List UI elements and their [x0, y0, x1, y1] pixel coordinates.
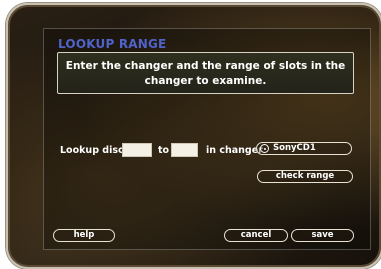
from-slot-input[interactable]: [122, 143, 152, 157]
in-changer-label: in changer: [206, 145, 263, 156]
save-button[interactable]: save: [291, 229, 354, 242]
lookup-discs-label: Lookup discs: [60, 145, 130, 156]
disc-icon: [260, 144, 269, 153]
instruction-message: Enter the changer and the range of slots…: [57, 52, 354, 94]
dialog-title: LOOKUP RANGE: [58, 37, 167, 51]
to-slot-input[interactable]: [171, 143, 198, 157]
to-label: to: [158, 145, 170, 156]
check-range-button[interactable]: check range: [257, 170, 353, 183]
help-button[interactable]: help: [53, 229, 115, 242]
cancel-button[interactable]: cancel: [224, 229, 288, 242]
changer-value: SonyCD1: [273, 143, 316, 153]
changer-select[interactable]: SonyCD1: [256, 142, 352, 155]
